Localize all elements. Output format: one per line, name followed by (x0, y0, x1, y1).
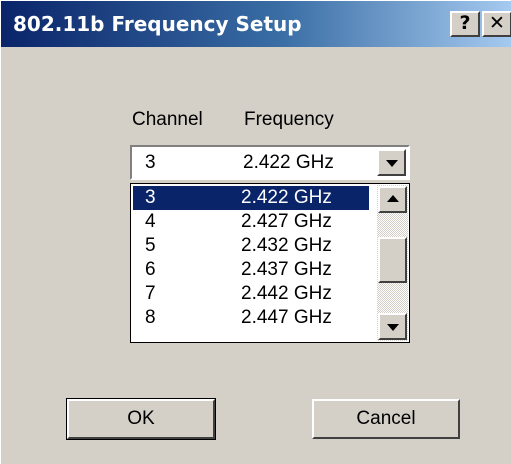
frequency-setup-dialog: 802.11b Frequency Setup ? ✕ Channel Freq… (0, 0, 511, 464)
list-item-frequency: 2.437 GHz (241, 259, 332, 280)
list-item-frequency: 2.427 GHz (241, 211, 332, 232)
cancel-button[interactable]: Cancel (312, 399, 460, 439)
list-scrollbar[interactable] (377, 185, 408, 341)
scroll-down-button[interactable] (378, 313, 407, 340)
frequency-column-header: Frequency (244, 109, 334, 130)
list-item-channel: 6 (145, 259, 156, 280)
chevron-down-icon (386, 160, 398, 167)
ok-button[interactable]: OK (66, 398, 216, 440)
list-item[interactable]: 8 2.447 GHz (133, 306, 369, 330)
dropdown-button[interactable] (377, 149, 406, 176)
close-icon: ✕ (489, 12, 505, 34)
list-item-frequency: 2.432 GHz (241, 235, 332, 256)
list-item-frequency: 2.422 GHz (241, 187, 332, 208)
channel-column-header: Channel (132, 109, 203, 130)
list-item-channel: 4 (145, 211, 156, 232)
help-icon: ? (459, 12, 471, 34)
help-button[interactable]: ? (450, 11, 480, 37)
scroll-up-button[interactable] (378, 186, 407, 213)
list-item-frequency: 2.447 GHz (241, 307, 332, 328)
combo-channel-value: 3 (145, 152, 156, 173)
list-item-channel: 8 (145, 307, 156, 328)
chevron-down-icon (387, 324, 399, 331)
list-item[interactable]: 4 2.427 GHz (133, 210, 369, 234)
list-item[interactable]: 7 2.442 GHz (133, 282, 369, 306)
channel-combobox[interactable]: 3 2.422 GHz (130, 145, 410, 180)
list-item-channel: 3 (145, 187, 156, 208)
scroll-thumb[interactable] (378, 237, 407, 283)
list-item-channel: 5 (145, 235, 156, 256)
list-item[interactable]: 5 2.432 GHz (133, 234, 369, 258)
list-item[interactable]: 3 2.422 GHz (133, 186, 369, 210)
chevron-up-icon (387, 195, 399, 202)
close-button[interactable]: ✕ (482, 11, 511, 37)
window-title: 802.11b Frequency Setup (13, 12, 302, 36)
list-item-channel: 7 (145, 283, 156, 304)
channel-dropdown-list[interactable]: 3 2.422 GHz 4 2.427 GHz 5 2.432 GHz 6 2.… (130, 183, 410, 343)
list-item-frequency: 2.442 GHz (241, 283, 332, 304)
list-item[interactable]: 6 2.437 GHz (133, 258, 369, 282)
title-bar[interactable]: 802.11b Frequency Setup ? ✕ (1, 1, 511, 47)
combo-frequency-value: 2.422 GHz (243, 152, 334, 173)
